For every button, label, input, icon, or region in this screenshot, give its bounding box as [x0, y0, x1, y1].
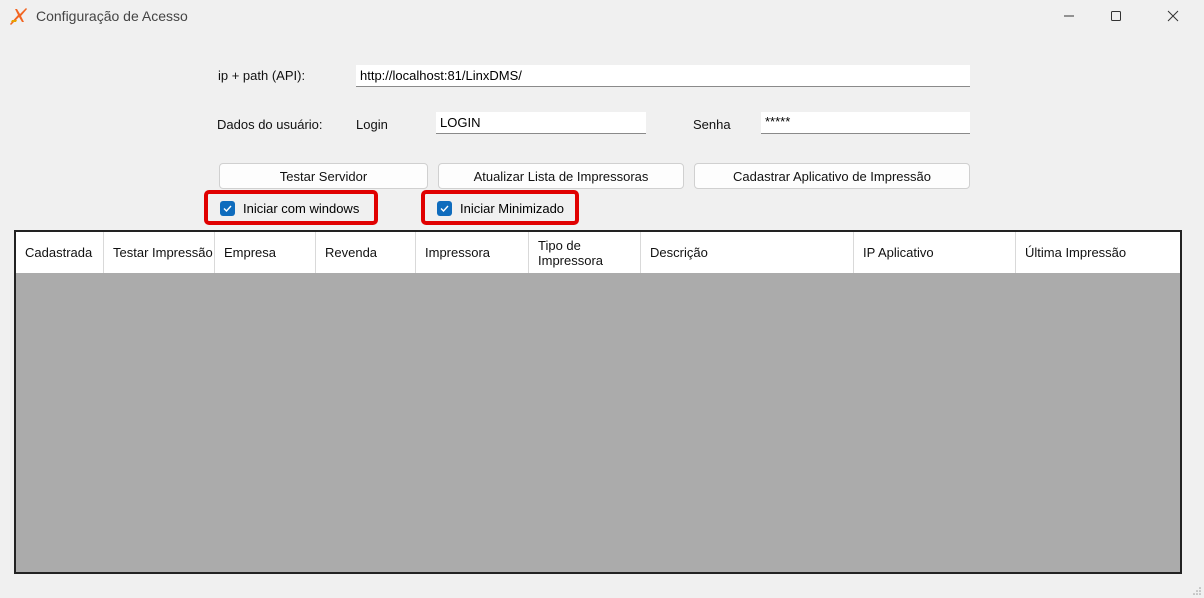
api-path-input[interactable]: http://localhost:81/LinxDMS/ [356, 65, 970, 87]
checkbox-checked-icon [437, 200, 452, 216]
user-data-label: Dados do usuário: [217, 117, 323, 132]
password-input[interactable]: ***** [761, 112, 970, 134]
resize-grip-icon[interactable] [1192, 586, 1202, 596]
maximize-icon [1111, 11, 1121, 21]
checkbox-checked-icon [220, 200, 235, 216]
register-app-label: Cadastrar Aplicativo de Impressão [733, 168, 931, 184]
column-header[interactable]: Última Impressão [1016, 232, 1180, 273]
minimize-button[interactable] [1046, 0, 1092, 32]
minimize-icon [1064, 15, 1074, 17]
maximize-button[interactable] [1093, 0, 1139, 32]
column-header[interactable]: Empresa [215, 232, 316, 273]
column-header[interactable]: Cadastrada [16, 232, 104, 273]
api-path-label: ip + path (API): [218, 68, 306, 83]
register-app-button[interactable]: Cadastrar Aplicativo de Impressão [694, 163, 970, 189]
test-server-button[interactable]: Testar Servidor [219, 163, 428, 189]
printers-grid[interactable]: Cadastrada Testar Impressão Empresa Reve… [14, 230, 1182, 574]
start-minimized-label: Iniciar Minimizado [460, 200, 565, 216]
update-printers-button[interactable]: Atualizar Lista de Impressoras [438, 163, 684, 189]
test-server-label: Testar Servidor [279, 168, 368, 184]
start-with-windows-checkbox[interactable]: Iniciar com windows [220, 198, 359, 218]
update-printers-label: Atualizar Lista de Impressoras [473, 168, 649, 184]
close-icon [1167, 10, 1179, 22]
close-button[interactable] [1150, 0, 1196, 32]
app-logo-icon [10, 8, 27, 25]
column-header[interactable]: Testar Impressão [104, 232, 215, 273]
window-title: Configuração de Acesso [36, 8, 188, 24]
column-header[interactable]: Impressora [416, 232, 529, 273]
start-with-windows-label: Iniciar com windows [243, 200, 360, 216]
column-header[interactable]: Descrição [641, 232, 854, 273]
column-header[interactable]: Tipo de Impressora [529, 232, 641, 273]
password-label: Senha [693, 117, 731, 132]
login-label: Login [356, 117, 388, 132]
title-bar: Configuração de Acesso [0, 0, 1204, 32]
login-input[interactable]: LOGIN [436, 112, 646, 134]
column-header[interactable]: Revenda [316, 232, 416, 273]
column-header[interactable]: IP Aplicativo [854, 232, 1016, 273]
start-minimized-checkbox[interactable]: Iniciar Minimizado [437, 198, 564, 218]
grid-header: Cadastrada Testar Impressão Empresa Reve… [16, 232, 1180, 273]
